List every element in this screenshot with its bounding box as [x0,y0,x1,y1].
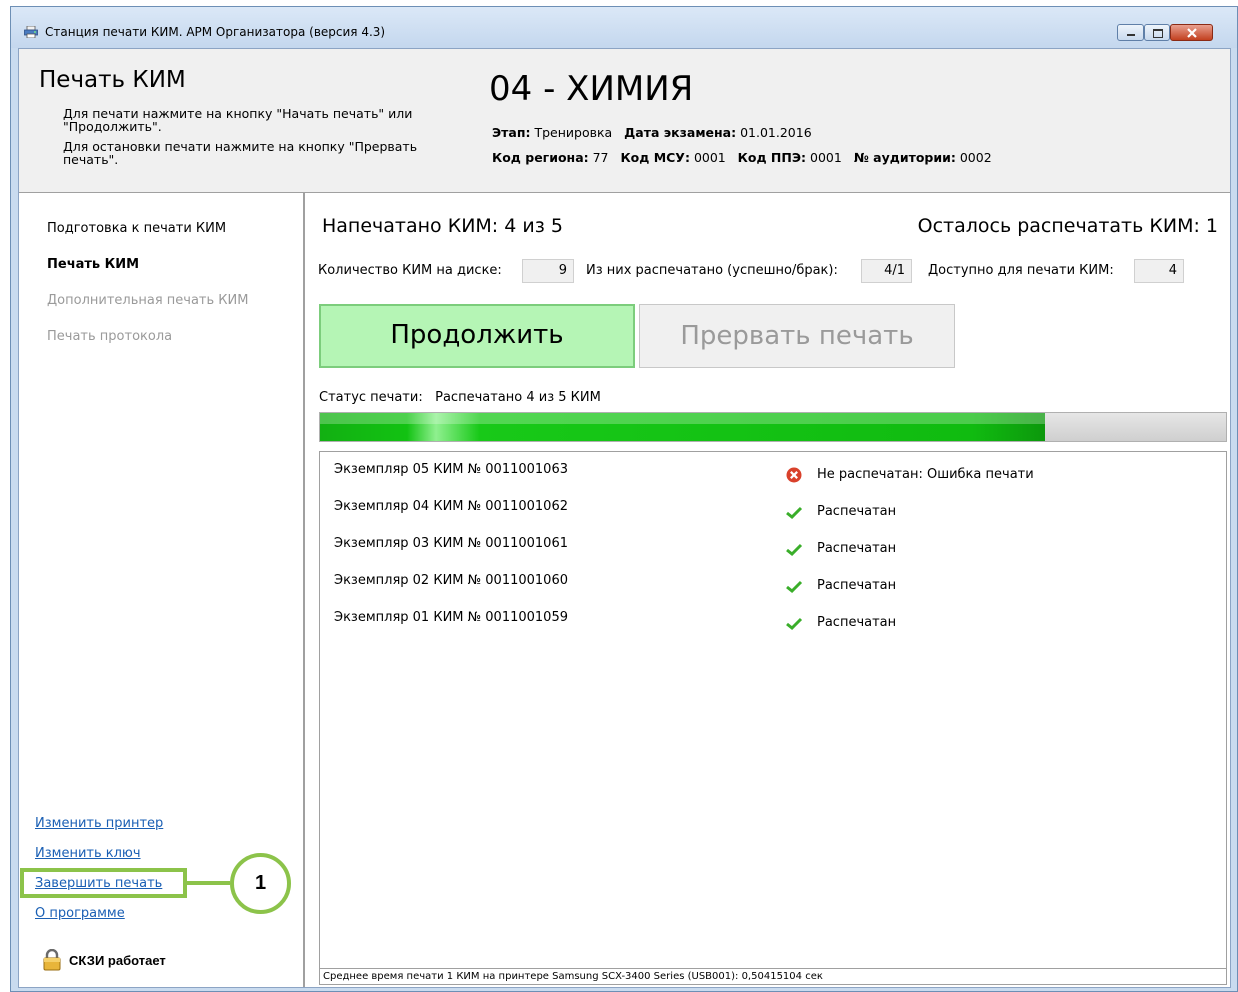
callout-connector [187,881,230,885]
ppe-label: Код ППЭ: [737,150,807,165]
nav-prepare-printing[interactable]: Подготовка к печати КИМ [47,221,226,236]
page-header: Печать КИМ Для печати нажмите на кнопку … [19,49,1230,193]
log-row-status: Распечатан [817,578,897,593]
check-icon [786,617,803,631]
disk-count-label: Количество КИМ на диске: [318,263,502,278]
printed-count: Напечатано КИМ: 4 из 5 [322,215,563,237]
room-value: 0002 [959,150,992,165]
msu-value: 0001 [693,150,726,165]
log-row[interactable]: Экземпляр 04 КИМ № 0011001062 Распечатан [320,489,1226,526]
title-bar[interactable]: Станция печати КИМ. АРМ Организатора (ве… [11,7,1237,48]
log-row-status: Распечатан [817,615,897,630]
window-title: Станция печати КИМ. АРМ Организатора (ве… [45,25,386,39]
log-row[interactable]: Экземпляр 02 КИМ № 0011001060 Распечатан [320,563,1226,600]
print-status-label: Статус печати: [319,390,423,405]
log-row-copy: Экземпляр 04 КИМ № 0011001062 [334,499,568,514]
exam-meta-row-1: Этап: Тренировка Дата экзамена: 01.01.20… [492,125,812,140]
abort-printing-button: Прервать печать [639,304,955,368]
change-key-link[interactable]: Изменить ключ [35,846,141,861]
exam-date-label: Дата экзамена: [624,125,737,140]
page-title: Печать КИМ [39,67,186,93]
continue-button[interactable]: Продолжить [319,304,635,368]
lock-icon [43,949,61,971]
room-label: № аудитории: [853,150,956,165]
close-icon[interactable] [1170,24,1213,41]
check-icon [786,580,803,594]
msu-label: Код МСУ: [620,150,690,165]
printer-app-icon [24,26,38,38]
printed-ok-field: 4/1 [861,259,912,283]
crypto-status: СКЗИ работает [69,953,166,968]
log-row-copy: Экземпляр 02 КИМ № 0011001060 [334,573,568,588]
printed-ok-label: Из них распечатано (успешно/брак): [586,263,838,278]
sidebar: Подготовка к печати КИМ Печать КИМ Допол… [19,193,305,987]
remaining-count: Осталось распечатать КИМ: 1 [917,215,1218,237]
log-row-status: Распечатан [817,504,897,519]
nav-print-kim[interactable]: Печать КИМ [47,257,139,272]
stage-value: Тренировка [534,125,613,140]
check-icon [786,506,803,520]
region-value: 77 [592,150,609,165]
stage-label: Этап: [492,125,531,140]
average-print-time: Среднее время печати 1 КИМ на принтере S… [319,969,1227,985]
exam-meta-row-2: Код региона: 77 Код МСУ: 0001 Код ППЭ: 0… [492,150,992,165]
nav-print-protocol: Печать протокола [47,329,173,344]
print-progress-fill [320,413,1045,441]
app-window: Станция печати КИМ. АРМ Организатора (ве… [10,6,1238,992]
change-printer-link[interactable]: Изменить принтер [35,816,163,831]
exam-title: 04 - ХИМИЯ [489,69,694,109]
disk-count-field: 9 [522,259,574,283]
exam-date-value: 01.01.2016 [740,125,812,140]
print-status: Статус печати: Распечатано 4 из 5 КИМ [319,390,601,405]
minimize-icon[interactable] [1117,24,1144,41]
print-status-value: Распечатано 4 из 5 КИМ [435,390,601,405]
error-icon [786,467,802,483]
log-row[interactable]: Экземпляр 05 КИМ № 0011001063 Не распечат… [320,452,1226,489]
log-row[interactable]: Экземпляр 01 КИМ № 0011001059 Распечатан [320,600,1226,637]
maximize-icon[interactable] [1144,24,1170,41]
callout-badge: 1 [230,853,291,914]
log-row-copy: Экземпляр 03 КИМ № 0011001061 [334,536,568,551]
available-field: 4 [1134,259,1184,283]
region-label: Код региона: [492,150,589,165]
log-row-copy: Экземпляр 05 КИМ № 0011001063 [334,462,568,477]
hint-line-4: печать". [63,152,119,167]
available-label: Доступно для печати КИМ: [928,263,1114,278]
log-row-status: Не распечатан: Ошибка печати [817,467,1034,482]
log-row-status: Распечатан [817,541,897,556]
hint-line-2: "Продолжить". [63,119,162,134]
nav-additional-print: Дополнительная печать КИМ [47,293,249,308]
log-row[interactable]: Экземпляр 03 КИМ № 0011001061 Распечатан [320,526,1226,563]
ppe-value: 0001 [810,150,842,165]
print-log-list[interactable]: Экземпляр 05 КИМ № 0011001063 Не распечат… [319,451,1227,969]
about-link[interactable]: О программе [35,906,125,921]
log-row-copy: Экземпляр 01 КИМ № 0011001059 [334,610,568,625]
client-area: Печать КИМ Для печати нажмите на кнопку … [18,48,1231,988]
main-panel: Напечатано КИМ: 4 из 5 Осталось распечат… [305,193,1230,987]
print-progress-bar [319,412,1227,442]
finish-printing-link[interactable]: Завершить печать [35,876,162,891]
check-icon [786,543,803,557]
